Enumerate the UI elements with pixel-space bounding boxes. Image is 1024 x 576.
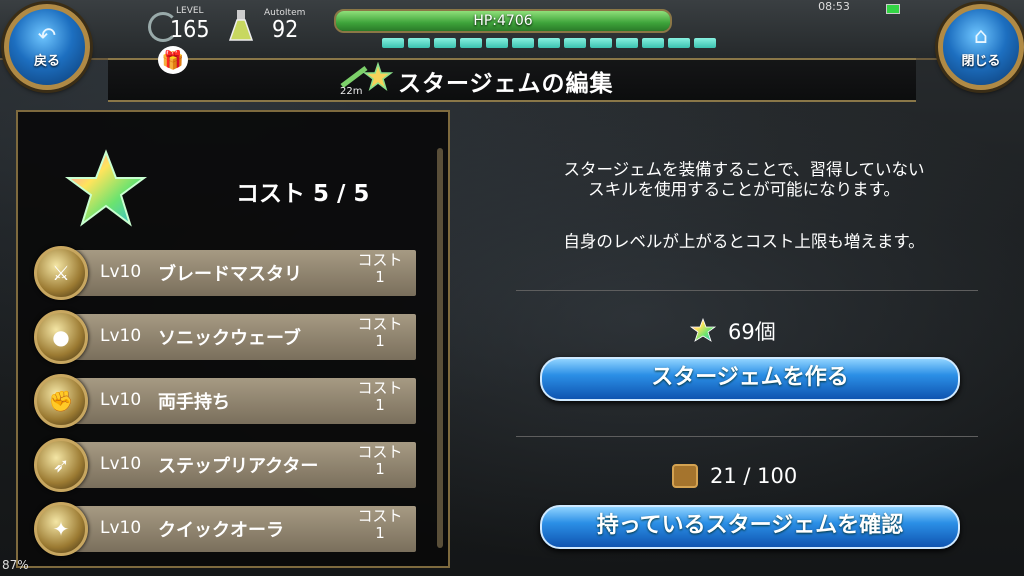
skill-name: ソニックウェーブ	[158, 328, 301, 349]
fist-icon: ✊	[34, 374, 88, 428]
skill-cost: コスト 1	[352, 508, 408, 542]
hp-bar: HP:4706	[334, 9, 672, 33]
description-line-2: スキルを使用することが可能になります。	[588, 180, 900, 199]
skill-cost-label: コスト	[357, 379, 403, 397]
flask-icon	[228, 10, 254, 41]
stamina-segment	[382, 38, 404, 48]
description-line-3: 自身のレベルが上がるとコスト上限も増えます。	[563, 232, 925, 251]
divider-top	[516, 290, 978, 291]
skill-cost-label: コスト	[357, 443, 403, 461]
stamina-segment	[694, 38, 716, 48]
skill-cost-label: コスト	[357, 251, 403, 269]
skill-cost-value: 1	[375, 396, 385, 414]
skill-level: Lv10	[100, 326, 142, 346]
clock: 08:53	[818, 0, 850, 13]
make-stargem-button[interactable]: スタージェムを作る	[540, 357, 960, 401]
back-button-label: 戻る	[33, 53, 60, 69]
bag-icon	[672, 464, 698, 488]
close-button-label: 閉じる	[961, 53, 1001, 69]
close-button[interactable]: ⌂ 閉じる	[938, 4, 1024, 90]
stamina-segment	[460, 38, 482, 48]
gem-count: 69個	[728, 320, 776, 344]
hp-text: HP:4706	[473, 13, 533, 29]
stamina-segment	[538, 38, 560, 48]
back-arrow-icon: ↶	[37, 23, 57, 49]
home-icon: ⌂	[974, 23, 988, 49]
storage-count-row: 21 / 100	[672, 464, 797, 488]
skill-cost-value: 1	[375, 332, 385, 350]
skill-level: Lv10	[100, 390, 142, 410]
skill-cost: コスト 1	[352, 444, 408, 478]
skill-row[interactable]: ➶ Lv10 ステップリアクター コスト 1	[30, 438, 416, 492]
skill-cost: コスト 1	[352, 380, 408, 414]
stamina-segment	[486, 38, 508, 48]
page-title: スタージェムの編集	[398, 71, 614, 97]
back-button[interactable]: ↶ 戻る	[4, 4, 90, 90]
star-gem-icon	[64, 149, 148, 227]
skill-level: Lv10	[100, 262, 142, 282]
view-stargems-button[interactable]: 持っているスタージェムを確認	[540, 505, 960, 549]
stamina-segment	[408, 38, 430, 48]
skill-level: Lv10	[100, 454, 142, 474]
stamina-segment	[668, 38, 690, 48]
autoitem-value: 92	[272, 17, 299, 43]
skill-cost: コスト 1	[352, 252, 408, 286]
skill-row[interactable]: ✊ Lv10 両手持ち コスト 1	[30, 374, 416, 428]
wave-icon: ●	[34, 310, 88, 364]
title-distance: 22m	[340, 86, 363, 97]
battery-icon	[886, 4, 900, 14]
stamina-segment	[512, 38, 534, 48]
skill-name: ブレードマスタリ	[158, 264, 302, 285]
storage-count: 21 / 100	[710, 464, 798, 488]
gift-icon[interactable]: 🎁	[158, 46, 188, 74]
skill-row[interactable]: ✦ Lv10 クイックオーラ コスト 1	[30, 502, 416, 556]
stamina-segment	[590, 38, 612, 48]
battery-percent: 87%	[2, 558, 29, 572]
aura-icon: ✦	[34, 502, 88, 556]
skill-level: Lv10	[100, 518, 142, 538]
stamina-segment	[434, 38, 456, 48]
skill-name: クイックオーラ	[158, 520, 284, 541]
level-caption: LEVEL	[176, 6, 204, 16]
stamina-segment	[616, 38, 638, 48]
level-display: LEVEL 165	[150, 6, 220, 52]
stamina-segment	[564, 38, 586, 48]
skill-name: ステップリアクター	[158, 456, 319, 477]
skill-name: 両手持ち	[158, 392, 230, 413]
skill-cost-value: 1	[375, 460, 385, 478]
skill-cost-value: 1	[375, 268, 385, 286]
description-line-1: スタージェムを装備することで、習得していない	[563, 160, 925, 179]
level-value: 165	[170, 17, 210, 43]
star-gem-small-icon	[690, 318, 716, 342]
sword-icon: ⚔	[34, 246, 88, 300]
divider-bottom	[516, 436, 978, 437]
stamina-segments	[382, 38, 716, 48]
skill-list-scrollbar[interactable]	[437, 148, 443, 548]
skill-row[interactable]: ⚔ Lv10 ブレードマスタリ コスト 1	[30, 246, 416, 300]
skill-cost-label: コスト	[357, 507, 403, 525]
skill-cost: コスト 1	[352, 316, 408, 350]
cost-summary: コスト 5 / 5	[236, 181, 370, 207]
step-icon: ➶	[34, 438, 88, 492]
gem-count-row: 69個	[690, 316, 776, 346]
skill-row[interactable]: ● Lv10 ソニックウェーブ コスト 1	[30, 310, 416, 364]
skill-cost-label: コスト	[357, 315, 403, 333]
description: スタージェムを装備することで、習得していない スキルを使用することが可能になりま…	[494, 160, 994, 200]
stamina-segment	[642, 38, 664, 48]
skill-cost-value: 1	[375, 524, 385, 542]
